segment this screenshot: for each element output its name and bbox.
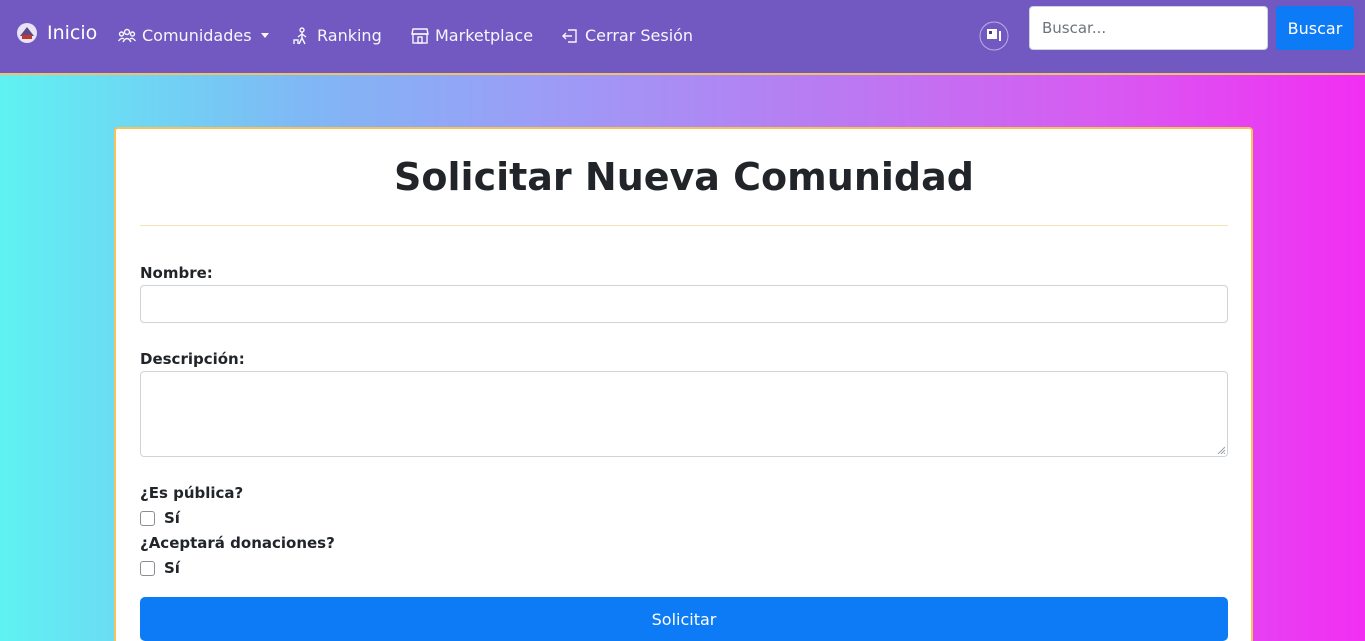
donaciones-option-label[interactable]: Sí (164, 559, 180, 577)
brand-label: Inicio (47, 22, 98, 44)
solicitar-button[interactable]: Solicitar (140, 597, 1228, 641)
donaciones-checkbox-row[interactable]: Sí (140, 559, 180, 577)
publica-checkbox[interactable] (140, 510, 155, 526)
request-community-card: Solicitar Nueva Comunidad Nombre: Descri… (114, 127, 1253, 641)
nombre-input[interactable] (140, 285, 1228, 323)
brand-link[interactable]: Inicio (16, 22, 97, 44)
donaciones-label: ¿Aceptará donaciones? (140, 534, 335, 552)
descripcion-textarea[interactable] (140, 371, 1228, 457)
nav-cerrar-sesion-label: Cerrar Sesión (585, 26, 694, 45)
publica-checkbox-row[interactable]: Sí (140, 509, 180, 527)
user-avatar[interactable] (979, 21, 1009, 51)
search-input[interactable] (1029, 6, 1268, 50)
top-navbar: Inicio Comunidades Ranking Marketplace C… (0, 0, 1365, 75)
nav-marketplace-label: Marketplace (435, 26, 534, 45)
avatar-image-icon (979, 21, 1009, 51)
publica-label: ¿Es pública? (140, 484, 244, 502)
chevron-down-icon (260, 33, 269, 38)
nav-ranking-label: Ranking (317, 26, 382, 45)
nav-comunidades-dropdown[interactable]: Comunidades (118, 26, 269, 45)
title-divider (140, 225, 1228, 226)
donaciones-checkbox[interactable] (140, 560, 155, 576)
page-title: Solicitar Nueva Comunidad (394, 155, 974, 199)
nav-ranking[interactable]: Ranking (293, 26, 382, 45)
resize-handle-icon[interactable] (1217, 446, 1225, 454)
publica-option-label[interactable]: Sí (164, 509, 180, 527)
people-icon (118, 28, 136, 42)
ranking-icon (293, 26, 307, 44)
shop-icon (411, 27, 429, 44)
nav-comunidades-label: Comunidades (142, 26, 252, 45)
nav-cerrar-sesion[interactable]: Cerrar Sesión (561, 26, 693, 45)
site-logo-icon (17, 23, 37, 43)
search-button[interactable]: Buscar (1276, 6, 1354, 50)
logout-icon (562, 28, 577, 43)
nav-marketplace[interactable]: Marketplace (411, 26, 533, 45)
nombre-label: Nombre: (140, 264, 213, 282)
descripcion-label: Descripción: (140, 350, 245, 368)
